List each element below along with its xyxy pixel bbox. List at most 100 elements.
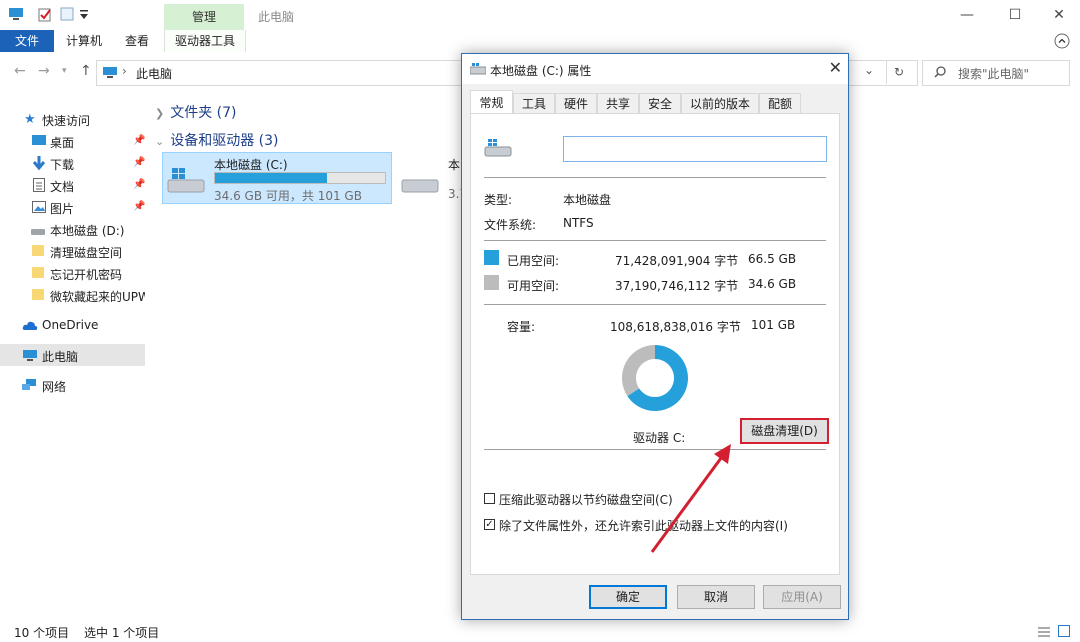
nav-label: 下载: [50, 158, 75, 172]
filesystem-value: NTFS: [563, 216, 594, 230]
dialog-close-button[interactable]: ✕: [829, 58, 842, 77]
used-space-label: 已用空间:: [507, 254, 560, 268]
customize-quick-access-icon[interactable]: [80, 9, 88, 23]
star-icon: ★: [24, 112, 36, 127]
chevron-right-icon: ❯: [155, 107, 165, 120]
nav-item-drive-d[interactable]: 本地磁盘 (D:): [0, 218, 145, 240]
tab-view[interactable]: 查看: [125, 30, 149, 52]
nav-item-folder[interactable]: 微软藏起来的UPW: [0, 284, 145, 306]
divider: [484, 240, 826, 241]
minimize-button[interactable]: —: [944, 0, 990, 30]
nav-item-pictures[interactable]: 图片 📌: [0, 196, 145, 218]
free-space-label: 可用空间:: [507, 279, 560, 293]
chevron-down-icon: ⌄: [155, 135, 165, 148]
folder-icon: [32, 289, 44, 300]
refresh-icon: ↻: [893, 65, 905, 79]
back-arrow-icon[interactable]: ←: [14, 63, 26, 79]
tab-sharing[interactable]: 共享: [597, 93, 639, 113]
nav-network[interactable]: 网络: [0, 374, 145, 396]
tab-computer[interactable]: 计算机: [66, 30, 102, 52]
nav-label: 此电脑: [42, 350, 79, 364]
forward-arrow-icon[interactable]: →: [38, 63, 50, 79]
nav-this-pc[interactable]: 此电脑: [0, 344, 145, 366]
expand-ribbon-icon[interactable]: [1054, 33, 1070, 49]
drive-name[interactable]: 本: [448, 156, 460, 173]
capacity-size: 101 GB: [751, 318, 796, 332]
pin-icon[interactable]: 📌: [133, 179, 145, 190]
up-arrow-icon[interactable]: ↑: [80, 63, 92, 79]
properties-quick-icon[interactable]: [38, 7, 52, 25]
tab-previous-versions[interactable]: 以前的版本: [681, 93, 759, 113]
index-checkbox[interactable]: ✓: [484, 519, 495, 530]
tab-hardware[interactable]: 硬件: [555, 93, 597, 113]
drive-usage-bar: [214, 172, 386, 184]
breadcrumb[interactable]: 此电脑: [136, 65, 172, 82]
nav-label: 本地磁盘 (D:): [50, 224, 125, 238]
filesystem-label: 文件系统:: [484, 218, 537, 232]
volume-name-input[interactable]: [563, 136, 827, 162]
computer-icon: [22, 349, 38, 365]
title-bar: 管理 此电脑 — ☐ ✕: [0, 0, 1080, 30]
tab-drive-tools[interactable]: 驱动器工具: [164, 30, 246, 52]
nav-label: 清理磁盘空间: [50, 246, 123, 260]
nav-label: 网络: [42, 380, 67, 394]
tab-general[interactable]: 常规: [470, 90, 513, 114]
windows-drive-icon: [166, 166, 206, 197]
nav-item-desktop[interactable]: 桌面 📌: [0, 130, 145, 152]
manage-context-tab[interactable]: 管理: [164, 4, 244, 30]
recent-locations-icon[interactable]: ▾: [62, 66, 67, 76]
tab-quota[interactable]: 配额: [759, 93, 801, 113]
disk-cleanup-button[interactable]: 磁盘清理(D): [740, 418, 829, 444]
ribbon-tabs: [0, 30, 1080, 53]
address-dropdown-icon[interactable]: ⌄: [864, 63, 874, 77]
group-header-folders[interactable]: ❯ 文件夹 (7): [155, 102, 237, 122]
nav-quick-access[interactable]: ★ 快速访问: [0, 108, 145, 130]
nav-item-folder[interactable]: 忘记开机密码: [0, 262, 145, 284]
pin-icon[interactable]: 📌: [133, 157, 145, 168]
free-space-size: 34.6 GB: [748, 277, 797, 291]
maximize-button[interactable]: ☐: [992, 0, 1038, 30]
drive-icon: [469, 63, 487, 78]
folder-icon: [32, 245, 44, 256]
pin-icon[interactable]: 📌: [133, 201, 145, 212]
tab-file[interactable]: 文件: [0, 30, 54, 52]
new-folder-quick-icon[interactable]: [60, 7, 74, 24]
nav-item-folder[interactable]: 清理磁盘空间: [0, 240, 145, 262]
nav-item-downloads[interactable]: 下载 📌: [0, 152, 145, 174]
nav-label: 桌面: [50, 136, 75, 150]
group-title: 文件夹 (7): [170, 105, 237, 121]
search-icon: [934, 66, 946, 81]
nav-onedrive[interactable]: OneDrive: [0, 314, 145, 336]
disk-usage-donut: [622, 345, 688, 411]
nav-item-documents[interactable]: 文档 📌: [0, 174, 145, 196]
free-space-swatch: [484, 275, 499, 290]
status-bar: [0, 620, 1080, 642]
arrow-shaft: [650, 453, 726, 553]
status-item-count: 10 个项目: [14, 626, 70, 640]
nav-label: 忘记开机密码: [50, 268, 123, 282]
apply-button[interactable]: 应用(A): [763, 585, 841, 609]
drive-icon: [400, 176, 440, 199]
annotation-arrow: [650, 444, 731, 553]
breadcrumb-separator[interactable]: ›: [122, 64, 127, 78]
divider: [484, 177, 826, 178]
close-button[interactable]: ✕: [1036, 0, 1080, 30]
compress-checkbox[interactable]: [484, 493, 495, 504]
cancel-button[interactable]: 取消: [677, 585, 755, 609]
pin-icon[interactable]: 📌: [133, 135, 145, 146]
tab-tools[interactable]: 工具: [513, 93, 555, 113]
nav-label: 微软藏起来的UPW: [50, 290, 145, 304]
refresh-button[interactable]: ↻: [886, 60, 911, 84]
drive-free-text: 34.6 GB 可用，共 101 GB: [214, 189, 362, 203]
capacity-label: 容量:: [507, 320, 536, 334]
folder-icon: [32, 267, 44, 278]
ok-button[interactable]: 确定: [589, 585, 667, 609]
capacity-bytes: 108,618,838,016 字节: [610, 320, 741, 334]
group-header-devices[interactable]: ⌄ 设备和驱动器 (3): [155, 130, 279, 150]
used-space-swatch: [484, 250, 499, 265]
windows-drive-icon: [484, 138, 512, 161]
tab-security[interactable]: 安全: [639, 93, 681, 113]
details-view-icon[interactable]: [1038, 626, 1050, 640]
large-icons-view-icon[interactable]: [1058, 625, 1070, 640]
dialog-title: 本地磁盘 (C:) 属性: [490, 64, 592, 78]
